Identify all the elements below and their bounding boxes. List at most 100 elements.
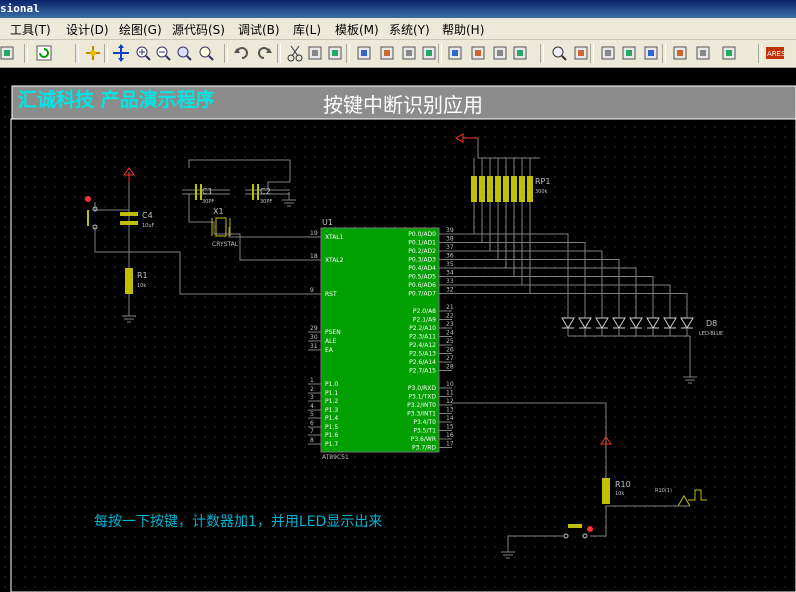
u1-pin-name: P0.7/AD7 [408,291,436,298]
u1-pin-name: P1.1 [325,390,338,397]
u1-pin-number: 19 [310,230,318,237]
toolbar-separator [590,44,594,63]
zoom-all-icon[interactable] [175,44,193,62]
u1-pin-name: P3.6/WR [411,436,436,443]
new-file-icon[interactable] [0,44,16,62]
banner-title: 按键中断识别应用 [323,93,483,117]
zoom-in-icon[interactable] [134,44,152,62]
r10-ref: R10 [615,480,631,489]
search-icon[interactable] [550,44,568,62]
rp1-element [511,176,517,202]
toolbar: ARES [0,40,796,68]
u1-pin-name: P0.3/AD3 [408,257,436,264]
pan-icon[interactable] [112,44,130,62]
origin-icon[interactable] [84,44,102,62]
property-tool-icon[interactable] [572,44,590,62]
u1-pin-name: P0.4/AD4 [408,265,436,272]
exit-parent-icon[interactable] [642,44,660,62]
block-move-icon[interactable] [378,44,396,62]
decompose-icon[interactable] [491,44,509,62]
menu-help[interactable]: 帮助(H) [442,21,484,38]
u1-pin-name: P1.4 [325,415,338,422]
remove-sheet-icon[interactable] [620,44,638,62]
u1-pin-name: P3.2/INT0 [407,402,436,409]
copy-icon[interactable] [306,44,324,62]
u1-pin-name: P2.5/A13 [409,351,436,358]
toolbar-separator [75,44,79,63]
menu-graph[interactable]: 绘图(G) [119,21,162,38]
netlist-to-ares-icon[interactable] [720,44,738,62]
u1-pin-number: 9 [310,287,314,294]
u1-pin-number: 11 [446,390,454,397]
u1-pin-number: 29 [310,325,318,332]
u1-pin-name: P1.2 [325,398,338,405]
u1-pin-name: XTAL2 [325,257,344,264]
u1-pin-name: P0.6/AD6 [408,282,436,289]
u1-pin-name: ALE [325,338,336,345]
d8-value: LED-BLUE [699,331,723,337]
u1-pin-name: P0.2/AD2 [408,248,436,255]
u1-pin-number: 32 [446,287,454,294]
toolbar-separator [224,44,228,63]
description-note: 每按一下按键，计数器加1，并用LED显示出来 [94,514,382,530]
u1-pin-name: P3.4/T0 [413,419,436,426]
u1-pin-number: 16 [446,432,454,439]
redo-icon[interactable] [255,44,273,62]
menu-library[interactable]: 库(L) [293,21,321,38]
pick-device-icon[interactable] [446,44,464,62]
block-copy-icon[interactable] [355,44,373,62]
rp1-element [479,176,485,202]
u1-pin-name: P2.1/A9 [413,317,436,324]
u1-chip[interactable]: U1 AT89C51 19XTAL118XTAL29RST29PSEN30ALE… [308,218,454,461]
make-device-icon[interactable] [469,44,487,62]
menu-template[interactable]: 模板(M) [335,21,379,38]
block-delete-icon[interactable] [420,44,438,62]
bill-of-materials-icon[interactable] [671,44,689,62]
wire-autorouter-icon[interactable] [511,44,529,62]
erc-icon[interactable] [694,44,712,62]
menu-system[interactable]: 系统(Y) [389,21,430,38]
u1-pin-name: P2.7/A15 [409,368,436,375]
u1-pin-number: 14 [446,415,454,422]
schematic-canvas[interactable]: 汇诚科技 产品演示程序 按键中断识别应用 U1 AT89C51 19 XTAL1 1… [0,82,796,592]
c2-value: 30PF [260,199,272,205]
c2-ref: C2 [260,187,271,196]
zoom-area-icon[interactable] [197,44,215,62]
refresh-icon[interactable] [35,44,53,62]
u1-pin-number: 12 [446,398,454,405]
u1-pin-number: 4 [310,403,314,410]
zoom-out-icon[interactable] [154,44,172,62]
u1-pin-name: P3.7/RD [412,445,436,452]
menu-debug[interactable]: 调试(B) [238,21,280,38]
cut-icon[interactable] [286,44,304,62]
paste-icon[interactable] [326,44,344,62]
ares-icon[interactable]: ARES [766,44,784,62]
toolbar-separator [540,44,544,63]
rp1-element [503,176,509,202]
u1-pin-name: P1.6 [325,432,338,439]
u1-pin-number: 24 [446,330,454,337]
u1-pin-name: P0.5/AD5 [408,274,436,281]
menu-design[interactable]: 设计(D) [66,21,109,38]
toolbar-separator [758,44,762,63]
undo-icon[interactable] [233,44,251,62]
menu-tools[interactable]: 工具(T) [10,21,51,38]
r1-ref: R1 [137,271,148,280]
u1-pin-number: 26 [446,347,454,354]
u1-pin-number: 25 [446,338,454,345]
block-rotate-icon[interactable] [400,44,418,62]
menu-source[interactable]: 源代码(S) [172,21,225,38]
menu-bar: 工具(T) 设计(D) 绘图(G) 源代码(S) 调试(B) 库(L) 模板(M) 系统(Y)… [0,18,796,40]
rp1-element [471,176,477,202]
u1-pin-number: 3 [310,394,314,401]
toolbar-separator [438,44,442,63]
rp1-element [487,176,493,202]
u1-pin-number: 10 [446,381,454,388]
u1-pin-number: 35 [446,261,454,268]
new-sheet-icon[interactable] [599,44,617,62]
c1-value: 30PF [202,199,214,205]
u1-pin-name: P2.4/A12 [409,342,436,349]
u1-pin-number: 38 [446,236,454,243]
title-banner: 汇诚科技 产品演示程序 按键中断识别应用 [11,85,796,120]
u1-pin-name: PSEN [325,329,341,336]
